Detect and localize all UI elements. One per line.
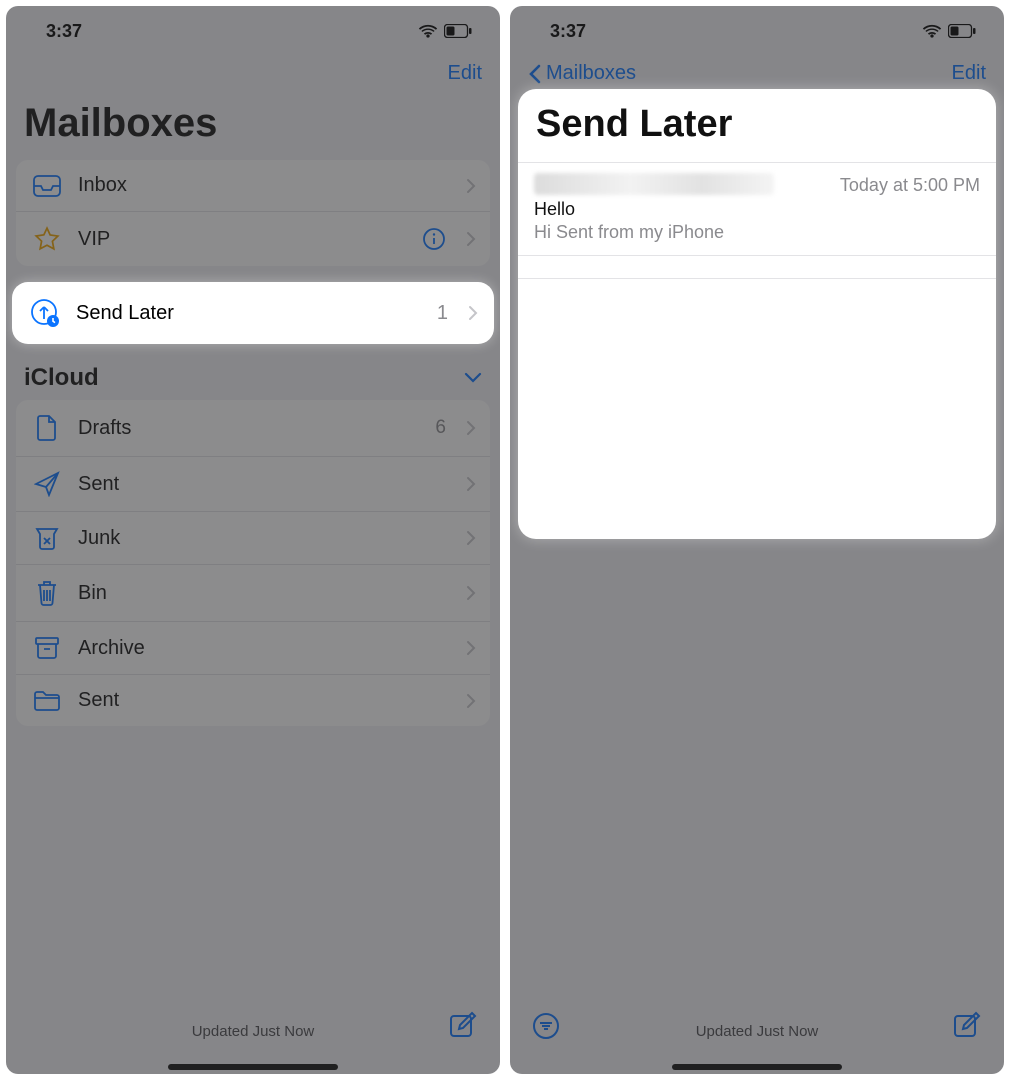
- row-label: Bin: [78, 582, 452, 605]
- inbox-icon: [30, 175, 64, 197]
- status-time: 3:37: [550, 21, 586, 42]
- top-mailbox-list: Inbox VIP: [16, 160, 490, 266]
- row-label: Sent: [78, 689, 452, 712]
- footer: Updated Just Now: [510, 1023, 1004, 1040]
- row-drafts[interactable]: Drafts 6: [16, 400, 490, 457]
- chevron-right-icon: [466, 640, 476, 656]
- chevron-down-icon: [464, 372, 482, 384]
- edit-button[interactable]: Edit: [448, 62, 482, 85]
- nav-row: Edit: [6, 56, 500, 89]
- section-icloud[interactable]: iCloud: [6, 344, 500, 400]
- status-time: 3:37: [46, 21, 82, 42]
- row-junk[interactable]: Junk: [16, 512, 490, 565]
- status-bar: 3:37: [510, 6, 1004, 56]
- edit-button[interactable]: Edit: [952, 62, 986, 85]
- chevron-right-icon: [466, 693, 476, 709]
- back-label: Mailboxes: [546, 62, 636, 85]
- back-button[interactable]: Mailboxes: [528, 62, 636, 85]
- battery-icon: [948, 24, 976, 38]
- row-sent[interactable]: Sent: [16, 457, 490, 512]
- trash-icon: [30, 579, 64, 607]
- page-title: Send Later: [518, 89, 996, 156]
- home-indicator: [672, 1064, 842, 1070]
- nav-row: Mailboxes Edit: [510, 56, 1004, 89]
- chevron-right-icon: [466, 420, 476, 436]
- row-archive[interactable]: Archive: [16, 622, 490, 675]
- send-later-card: Send Later Today at 5:00 PM Hello Hi Sen…: [518, 89, 996, 539]
- send-later-icon: [28, 298, 62, 328]
- battery-icon: [444, 24, 472, 38]
- chevron-right-icon: [466, 231, 476, 247]
- archive-icon: [30, 636, 64, 660]
- sender-redacted: [534, 173, 774, 195]
- phone-right: 3:37 Mailboxes Edit Send Later Today at …: [510, 6, 1004, 1074]
- filter-icon[interactable]: [532, 1012, 560, 1040]
- status-icons: [922, 23, 976, 39]
- compose-icon[interactable]: [952, 1010, 982, 1040]
- folder-icon: [30, 690, 64, 712]
- row-label: Junk: [78, 527, 452, 550]
- row-label: Send Later: [76, 302, 423, 325]
- junk-icon: [30, 526, 64, 550]
- paperplane-icon: [30, 471, 64, 497]
- phone-left: 3:37 Edit Mailboxes Inbox VIP: [6, 6, 500, 1074]
- home-indicator: [168, 1064, 338, 1070]
- message-time: Today at 5:00 PM: [840, 175, 980, 196]
- row-label: VIP: [78, 228, 408, 251]
- row-count: 1: [437, 302, 448, 325]
- page-title: Mailboxes: [6, 89, 500, 160]
- wifi-icon: [418, 23, 438, 39]
- wifi-icon: [922, 23, 942, 39]
- status-bar: 3:37: [6, 6, 500, 56]
- footer: Updated Just Now: [6, 1023, 500, 1040]
- chevron-right-icon: [466, 178, 476, 194]
- row-count: 6: [435, 417, 446, 439]
- info-icon[interactable]: [422, 227, 446, 251]
- row-inbox[interactable]: Inbox: [16, 160, 490, 212]
- compose-icon[interactable]: [448, 1010, 478, 1040]
- chevron-right-icon: [466, 530, 476, 546]
- row-sent-folder[interactable]: Sent: [16, 675, 490, 726]
- row-send-later[interactable]: Send Later 1: [12, 282, 494, 344]
- row-vip[interactable]: VIP: [16, 212, 490, 266]
- row-label: Sent: [78, 473, 452, 496]
- chevron-left-icon: [528, 64, 542, 84]
- drafts-icon: [30, 414, 64, 442]
- status-icons: [418, 23, 472, 39]
- row-label: Inbox: [78, 174, 452, 197]
- footer-status: Updated Just Now: [696, 1023, 819, 1040]
- separator: [518, 278, 996, 279]
- icloud-list: Drafts 6 Sent Junk: [16, 400, 490, 726]
- row-label: Drafts: [78, 417, 421, 440]
- chevron-right-icon: [468, 305, 478, 321]
- message-preview: Hi Sent from my iPhone: [534, 222, 980, 243]
- chevron-right-icon: [466, 476, 476, 492]
- message-row[interactable]: Today at 5:00 PM Hello Hi Sent from my i…: [518, 162, 996, 256]
- row-label: Archive: [78, 637, 452, 660]
- row-bin[interactable]: Bin: [16, 565, 490, 622]
- footer-status: Updated Just Now: [192, 1023, 315, 1040]
- chevron-right-icon: [466, 585, 476, 601]
- star-icon: [30, 226, 64, 252]
- section-label: iCloud: [24, 364, 99, 392]
- message-subject: Hello: [534, 199, 980, 220]
